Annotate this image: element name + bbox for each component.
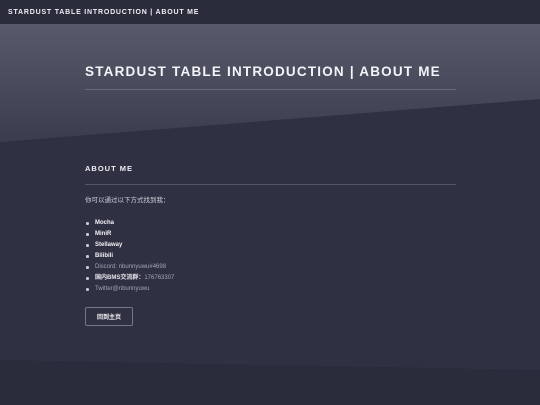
list-item: Stellaway xyxy=(85,240,456,251)
page-title: STARDUST TABLE INTRODUCTION | ABOUT ME xyxy=(85,64,441,79)
section-divider xyxy=(85,184,456,185)
hero-divider xyxy=(85,89,456,90)
site-title-link[interactable]: STARDUST TABLE INTRODUCTION | ABOUT ME xyxy=(8,9,199,16)
contact-list: Mocha MiniR Stellaway Bilibili Discord: … xyxy=(85,218,456,295)
section-heading: ABOUT ME xyxy=(85,164,133,173)
hero-background xyxy=(0,24,540,146)
page: STARDUST TABLE INTRODUCTION | ABOUT ME S… xyxy=(0,0,540,405)
list-item: Mocha xyxy=(85,218,456,229)
bilibili-link[interactable]: Bilibili xyxy=(95,253,113,259)
list-item: Discord: nbunnyuwu#4698 xyxy=(85,262,456,273)
top-bar: STARDUST TABLE INTRODUCTION | ABOUT ME xyxy=(0,0,540,24)
list-item: Bilibili xyxy=(85,251,456,262)
intro-text: 你可以通过以下方式找到我： xyxy=(85,197,170,204)
qq-group-label: 国内BMS交流群： xyxy=(95,275,145,281)
footer-background xyxy=(0,340,540,405)
stellaway-link[interactable]: Stellaway xyxy=(95,242,122,248)
mocha-link[interactable]: Mocha xyxy=(95,220,114,226)
footer-shape xyxy=(0,360,540,405)
list-item: MiniR xyxy=(85,229,456,240)
list-item: 国内BMS交流群：176763307 xyxy=(85,273,456,284)
main-content: ABOUT ME 你可以通过以下方式找到我： Mocha MiniR Stell… xyxy=(85,164,456,326)
hero-banner: STARDUST TABLE INTRODUCTION | ABOUT ME xyxy=(0,24,540,146)
home-button[interactable]: 回到主页 xyxy=(85,307,133,326)
twitter-text: Twitter@nbunnyuwu xyxy=(95,286,150,292)
minir-link[interactable]: MiniR xyxy=(95,231,111,237)
discord-text: Discord: nbunnyuwu#4698 xyxy=(95,264,167,270)
qq-group-number: 176763307 xyxy=(144,275,175,281)
list-item: Twitter@nbunnyuwu xyxy=(85,284,456,295)
